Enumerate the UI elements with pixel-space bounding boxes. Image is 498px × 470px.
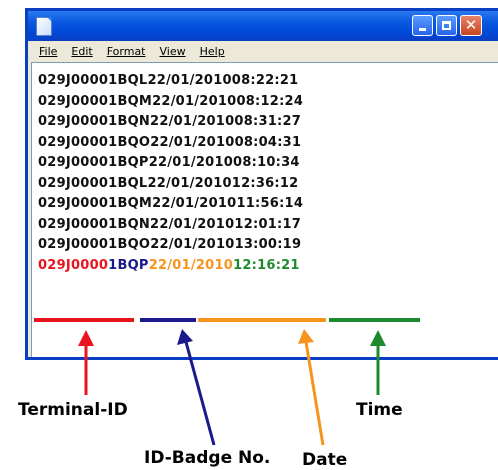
time-label: Time bbox=[356, 400, 403, 420]
time-underline bbox=[329, 318, 420, 322]
date-label: Date bbox=[302, 450, 348, 470]
terminal-id-underline bbox=[34, 318, 134, 322]
date-arrow bbox=[304, 341, 325, 446]
terminal-id-arrowhead bbox=[78, 330, 94, 346]
badge-no-arrowhead bbox=[177, 329, 193, 345]
badge-no-underline bbox=[140, 318, 196, 322]
badge-no-arrow bbox=[184, 341, 216, 446]
date-underline bbox=[198, 318, 326, 322]
time-arrowhead bbox=[370, 330, 386, 346]
date-arrowhead bbox=[298, 329, 314, 344]
terminal-id-label: Terminal-ID bbox=[18, 400, 128, 420]
badge-no-label: ID-Badge No. bbox=[144, 448, 271, 468]
